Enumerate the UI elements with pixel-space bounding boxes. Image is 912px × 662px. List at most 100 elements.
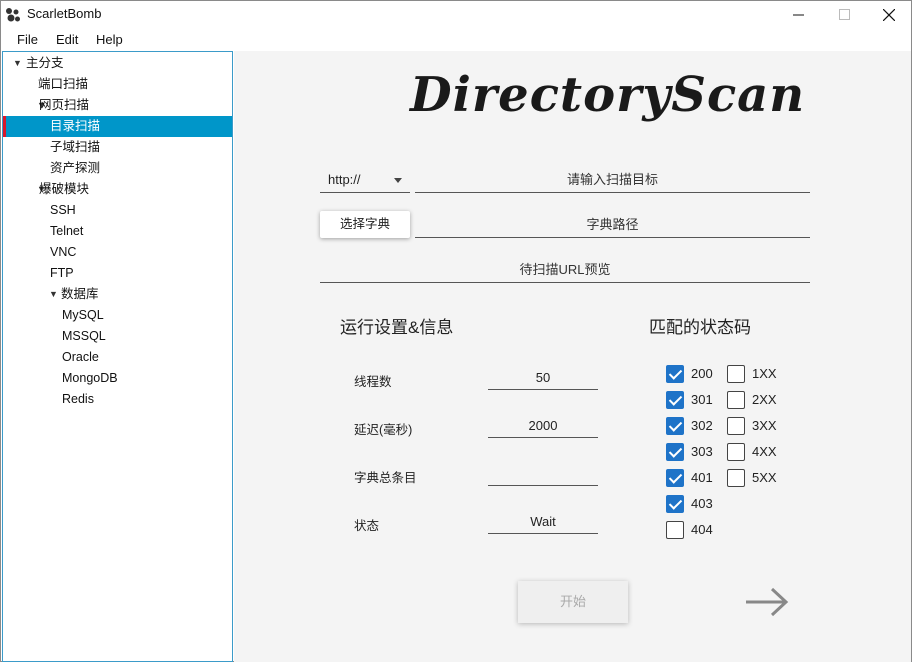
tree-item-label: 网页扫描 — [39, 98, 90, 112]
tree-item[interactable]: Telnet — [3, 221, 232, 242]
status-code-label: 200 — [691, 366, 713, 381]
status-code-checkbox[interactable] — [727, 443, 745, 461]
tree-item[interactable]: SSH — [3, 200, 232, 221]
field-label: 状态 — [354, 519, 380, 533]
status-code-label: 303 — [691, 444, 713, 459]
status-code-checkbox[interactable] — [666, 417, 684, 435]
tree-item-label: Telnet — [50, 224, 84, 238]
selection-marker — [3, 116, 6, 137]
status-code-checkbox[interactable] — [727, 365, 745, 383]
tree-item[interactable]: MongoDB — [3, 368, 232, 389]
menu-file[interactable]: File — [17, 32, 38, 47]
field-label: 线程数 — [354, 375, 392, 389]
select-dict-button[interactable]: 选择字典 — [320, 211, 410, 238]
tree-item[interactable]: ▼ 主分支 — [3, 53, 232, 74]
app-window: ScarletBomb File Edit Help ▼ 主分支 端口扫描 ▼ 网页扫描… — [0, 0, 912, 662]
tree-item-label: 端口扫描 — [38, 77, 89, 91]
minimize-button[interactable] — [775, 1, 821, 28]
status-code-checkbox[interactable] — [666, 443, 684, 461]
status-code-label: 3XX — [752, 418, 777, 433]
tree-item-label: SSH — [50, 203, 76, 217]
app-logo-icon — [6, 8, 20, 22]
tree-item-label: Oracle — [62, 350, 99, 364]
tree-item-label: MySQL — [62, 308, 104, 322]
status-code-label: 403 — [691, 496, 713, 511]
tree-item-label: MongoDB — [62, 371, 118, 385]
expand-arrow-icon[interactable]: ▼ — [13, 53, 22, 74]
protocol-select[interactable]: http:// — [320, 166, 410, 193]
tree-item[interactable]: VNC — [3, 242, 232, 263]
tree-item[interactable]: ▼ 网页扫描 — [3, 95, 232, 116]
tree-item[interactable]: MySQL — [3, 305, 232, 326]
maximize-button[interactable] — [821, 1, 867, 28]
tree-item[interactable]: MSSQL — [3, 326, 232, 347]
chevron-down-icon — [394, 178, 402, 183]
tree-item-label: VNC — [50, 245, 77, 259]
tree-item-label: 数据库 — [61, 287, 99, 301]
tree-item[interactable]: ▼ 数据库 — [3, 284, 232, 305]
menu-bar: File Edit Help — [1, 28, 911, 51]
tree-item-label: MSSQL — [62, 329, 106, 343]
status-code-checkbox[interactable] — [666, 469, 684, 487]
tree-item-label: FTP — [50, 266, 74, 280]
tree-item[interactable]: 资产探测 — [3, 158, 232, 179]
field-label: 字典总条目 — [354, 471, 417, 485]
protocol-value: http:// — [328, 172, 361, 187]
status-codes-title: 匹配的状态码 — [649, 318, 751, 337]
tree-item[interactable]: 端口扫描 — [3, 74, 232, 95]
menu-edit[interactable]: Edit — [56, 32, 78, 47]
settings-title: 运行设置&信息 — [340, 318, 454, 337]
minimize-icon — [792, 14, 804, 16]
tree-item-label: 爆破模块 — [39, 182, 90, 196]
status-code-label: 401 — [691, 470, 713, 485]
status-code-checkbox[interactable] — [666, 391, 684, 409]
status-code-checkbox[interactable] — [727, 469, 745, 487]
menu-help[interactable]: Help — [96, 32, 123, 47]
field-value[interactable] — [488, 461, 598, 486]
expand-arrow-icon[interactable]: ▼ — [49, 284, 58, 305]
window-title: ScarletBomb — [27, 6, 102, 21]
status-code-label: 301 — [691, 392, 713, 407]
start-button[interactable]: 开始 — [518, 581, 628, 623]
status-code-checkbox[interactable] — [666, 365, 684, 383]
tree-item-label: 主分支 — [26, 56, 64, 70]
maximize-icon — [838, 9, 850, 20]
tree-item[interactable]: FTP — [3, 263, 232, 284]
logo-title: DirectoryScan — [410, 67, 806, 123]
url-preview-field[interactable]: 待扫描URL预览 — [320, 256, 810, 283]
title-bar: ScarletBomb — [1, 1, 911, 28]
arrow-right-icon[interactable] — [742, 584, 792, 620]
close-button[interactable] — [866, 1, 912, 28]
tree-item-label: 目录扫描 — [50, 119, 101, 133]
status-code-label: 1XX — [752, 366, 777, 381]
status-code-label: 404 — [691, 522, 713, 537]
field-value[interactable]: Wait — [488, 509, 598, 534]
tree-item[interactable]: 目录扫描 — [3, 116, 232, 137]
target-input[interactable]: 请输入扫描目标 — [415, 166, 810, 193]
navigation-tree: ▼ 主分支 端口扫描 ▼ 网页扫描 目录扫描 子域扫描 资产探测 ▼ 爆破模块 SSH Telnet V… — [2, 51, 233, 662]
tree-item[interactable]: Redis — [3, 389, 232, 410]
field-label: 延迟(毫秒) — [354, 423, 413, 437]
field-value[interactable]: 2000 — [488, 413, 598, 438]
target-placeholder: 请输入扫描目标 — [566, 172, 658, 187]
status-code-checkbox[interactable] — [666, 495, 684, 513]
status-code-checkbox[interactable] — [666, 521, 684, 539]
tree-item[interactable]: ▼ 爆破模块 — [3, 179, 232, 200]
status-code-label: 5XX — [752, 470, 777, 485]
tree-item-label: Redis — [62, 392, 94, 406]
dict-path-placeholder: 字典路径 — [586, 217, 639, 232]
dict-path-input[interactable]: 字典路径 — [415, 211, 810, 238]
tree-item[interactable]: 子域扫描 — [3, 137, 232, 158]
tree-item-label: 资产探测 — [50, 161, 101, 175]
status-code-label: 4XX — [752, 444, 777, 459]
main-panel: DirectoryScan http:// 请输入扫描目标 选择字典 字典路径 … — [234, 51, 911, 662]
status-code-checkbox[interactable] — [727, 417, 745, 435]
tree-item[interactable]: Oracle — [3, 347, 232, 368]
status-code-label: 2XX — [752, 392, 777, 407]
field-value[interactable]: 50 — [488, 365, 598, 390]
close-icon — [883, 8, 895, 21]
url-preview-placeholder: 待扫描URL预览 — [519, 262, 611, 277]
status-code-label: 302 — [691, 418, 713, 433]
tree-item-label: 子域扫描 — [50, 140, 101, 154]
status-code-checkbox[interactable] — [727, 391, 745, 409]
